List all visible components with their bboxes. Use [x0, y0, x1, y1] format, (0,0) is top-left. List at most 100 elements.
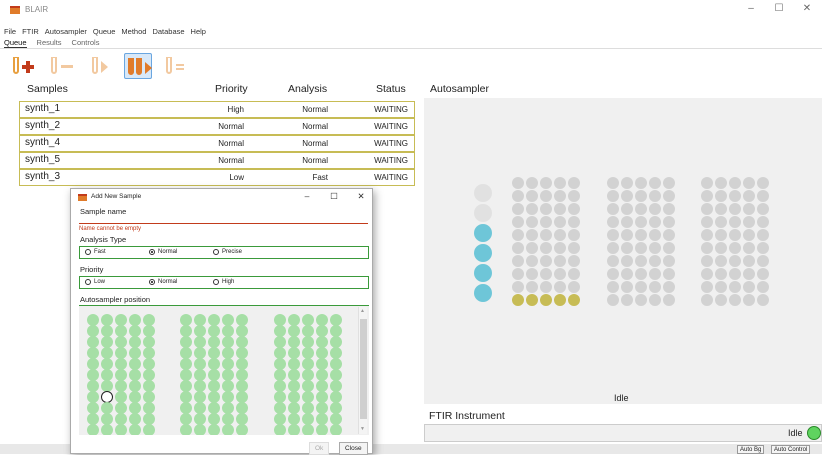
autosampler-vial[interactable]: [729, 190, 741, 202]
autosampler-vial[interactable]: [635, 281, 647, 293]
autosampler-vial[interactable]: [512, 281, 524, 293]
autosampler-vial[interactable]: [540, 177, 552, 189]
autosampler-vial[interactable]: [649, 268, 661, 280]
menu-method[interactable]: Method: [121, 27, 146, 36]
autosampler-vial[interactable]: [729, 242, 741, 254]
autosampler-vial[interactable]: [715, 203, 727, 215]
autosampler-vial[interactable]: [663, 268, 675, 280]
autosampler-vial[interactable]: [663, 203, 675, 215]
autosampler-vial[interactable]: [743, 242, 755, 254]
autosampler-vial[interactable]: [607, 255, 619, 267]
autosampler-vial[interactable]: [715, 255, 727, 267]
table-row[interactable]: synth_4 Normal Normal WAITING: [19, 135, 415, 152]
autosampler-vial[interactable]: [621, 190, 633, 202]
autosampler-vial[interactable]: [715, 242, 727, 254]
autosampler-vial[interactable]: [743, 203, 755, 215]
autosampler-vial[interactable]: [512, 177, 524, 189]
autosampler-vial[interactable]: [715, 281, 727, 293]
autosampler-vial[interactable]: [701, 203, 713, 215]
autosampler-vial[interactable]: [554, 190, 566, 202]
method-button[interactable]: [162, 53, 190, 79]
autosampler-vial[interactable]: [663, 294, 675, 306]
autosampler-vial[interactable]: [526, 203, 538, 215]
autosampler-vial[interactable]: [635, 203, 647, 215]
autosampler-vial[interactable]: [540, 229, 552, 241]
autosampler-vial[interactable]: [607, 177, 619, 189]
autosampler-vial[interactable]: [757, 177, 769, 189]
autosampler-vial[interactable]: [701, 229, 713, 241]
autosampler-vial[interactable]: [568, 268, 580, 280]
autosampler-vial[interactable]: [701, 255, 713, 267]
autosampler-vial[interactable]: [649, 190, 661, 202]
autosampler-large-vial[interactable]: [474, 204, 492, 222]
autosampler-vial[interactable]: [757, 255, 769, 267]
autosampler-vial[interactable]: [701, 177, 713, 189]
autosampler-queued-vial[interactable]: [568, 294, 580, 306]
tab-controls[interactable]: Controls: [72, 38, 100, 48]
maximize-icon[interactable]: ☐: [327, 191, 341, 202]
autosampler-vial[interactable]: [568, 242, 580, 254]
autosampler-vial[interactable]: [729, 203, 741, 215]
autosampler-vial[interactable]: [621, 242, 633, 254]
autosampler-vial[interactable]: [663, 229, 675, 241]
autosampler-vial[interactable]: [568, 255, 580, 267]
autosampler-vial[interactable]: [757, 294, 769, 306]
autosampler-vial[interactable]: [729, 281, 741, 293]
autosampler-vial[interactable]: [621, 177, 633, 189]
analysis-fast-radio[interactable]: Fast: [85, 249, 106, 255]
position-slot[interactable]: [194, 424, 206, 435]
autosampler-vial[interactable]: [757, 216, 769, 228]
autosampler-vial[interactable]: [663, 177, 675, 189]
autosampler-vial[interactable]: [526, 216, 538, 228]
run-next-button[interactable]: [86, 53, 114, 79]
autosampler-vial[interactable]: [743, 255, 755, 267]
position-slot[interactable]: [330, 424, 342, 435]
autosampler-vial[interactable]: [540, 203, 552, 215]
autosampler-vial[interactable]: [512, 229, 524, 241]
autosampler-vial[interactable]: [715, 190, 727, 202]
position-slot[interactable]: [129, 424, 141, 435]
autosampler-vial[interactable]: [663, 242, 675, 254]
autosampler-vial[interactable]: [729, 294, 741, 306]
autosampler-vial[interactable]: [526, 242, 538, 254]
autosampler-vial[interactable]: [649, 294, 661, 306]
autosampler-queued-vial[interactable]: [554, 294, 566, 306]
autosampler-vial[interactable]: [621, 281, 633, 293]
autosampler-vial[interactable]: [663, 216, 675, 228]
autosampler-vial[interactable]: [554, 268, 566, 280]
tab-queue[interactable]: Queue: [4, 38, 27, 48]
autosampler-vial[interactable]: [729, 229, 741, 241]
close-icon[interactable]: ✕: [798, 3, 816, 14]
autosampler-vial[interactable]: [621, 229, 633, 241]
autosampler-vial[interactable]: [715, 216, 727, 228]
priority-normal-radio[interactable]: Normal: [149, 279, 177, 285]
menu-ftir[interactable]: FTIR: [22, 27, 39, 36]
autosampler-vial[interactable]: [635, 242, 647, 254]
table-row[interactable]: synth_5 Normal Normal WAITING: [19, 152, 415, 169]
autosampler-vial[interactable]: [701, 190, 713, 202]
autosampler-vial[interactable]: [701, 242, 713, 254]
autosampler-vial[interactable]: [701, 294, 713, 306]
menu-help[interactable]: Help: [191, 27, 206, 36]
autosampler-vial[interactable]: [743, 229, 755, 241]
minimize-icon[interactable]: –: [300, 191, 314, 201]
position-slot[interactable]: [180, 424, 192, 435]
autosampler-vial[interactable]: [743, 294, 755, 306]
autosampler-vial[interactable]: [649, 203, 661, 215]
header-analysis[interactable]: Analysis: [288, 83, 327, 95]
autosampler-vial[interactable]: [540, 242, 552, 254]
minimize-icon[interactable]: –: [742, 3, 760, 14]
autosampler-vial[interactable]: [621, 294, 633, 306]
autosampler-vial[interactable]: [512, 190, 524, 202]
autosampler-vial[interactable]: [701, 268, 713, 280]
autosampler-vial[interactable]: [526, 255, 538, 267]
position-slot[interactable]: [222, 424, 234, 435]
autosampler-vial[interactable]: [540, 281, 552, 293]
position-slot[interactable]: [101, 424, 113, 435]
tab-results[interactable]: Results: [37, 38, 62, 48]
table-row[interactable]: synth_3 Low Fast WAITING: [19, 169, 415, 186]
autosampler-vial[interactable]: [635, 268, 647, 280]
autosampler-queued-vial[interactable]: [526, 294, 538, 306]
autosampler-vial[interactable]: [568, 229, 580, 241]
scroll-up-icon[interactable]: ▲: [360, 308, 365, 314]
